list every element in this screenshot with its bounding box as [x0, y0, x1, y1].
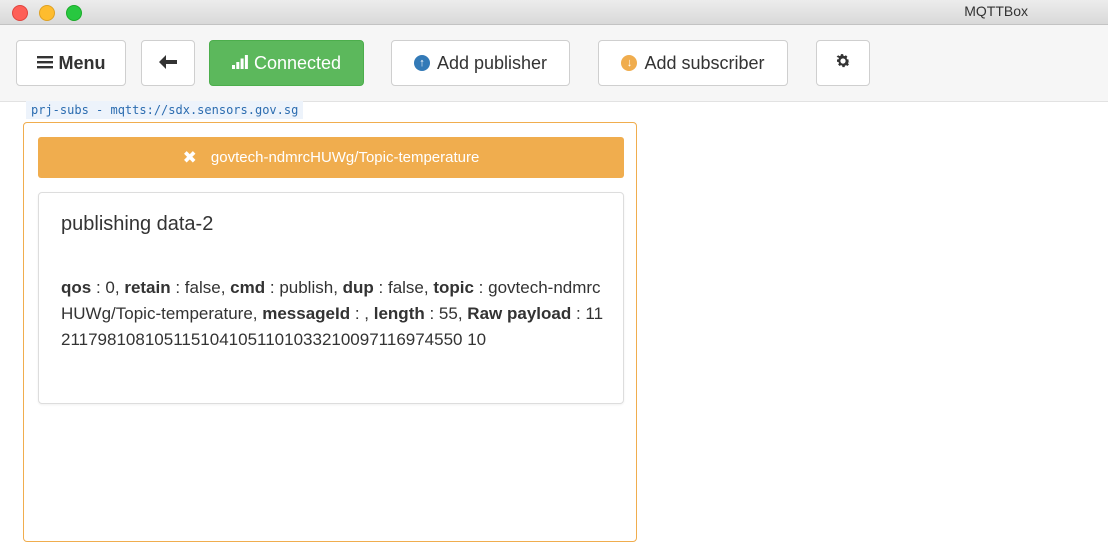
- meta-key: Raw payload: [467, 304, 572, 323]
- add-subscriber-label: Add subscriber: [644, 52, 765, 73]
- meta-value: 0: [105, 278, 115, 297]
- meta-key: length: [373, 304, 425, 323]
- meta-key: topic: [433, 278, 474, 297]
- hamburger-icon: [36, 53, 53, 74]
- subscribed-topic-name: govtech-ndmrcHUWg/Topic-temperature: [210, 149, 480, 166]
- window-title: MQTTBox: [964, 3, 1028, 19]
- add-publisher-label: Add publisher: [436, 52, 548, 73]
- message-card: publishing data-2 qos : 0, retain : fals…: [38, 192, 624, 404]
- minimize-window-button[interactable]: [39, 5, 55, 21]
- add-subscriber-button[interactable]: ↓ Add subscriber: [598, 40, 788, 86]
- message-metadata: qos : 0, retain : false, cmd : publish, …: [61, 278, 604, 349]
- arrow-up-circle-icon: ↑: [413, 55, 430, 71]
- add-publisher-button[interactable]: ↑ Add publisher: [391, 40, 570, 86]
- subscriber-panel: ✖ govtech-ndmrcHUWg/Topic-temperature pu…: [23, 122, 637, 542]
- meta-value: false: [387, 278, 424, 297]
- connected-button[interactable]: Connected: [209, 40, 364, 86]
- meta-value: false: [184, 278, 221, 297]
- connection-label: prj-subs - mqtts://sdx.sensors.gov.sg: [26, 101, 304, 119]
- message-payload: publishing data-2: [61, 213, 214, 235]
- signal-bars-icon: [231, 53, 248, 74]
- menu-button[interactable]: Menu: [16, 40, 126, 86]
- maximize-window-button[interactable]: [66, 5, 82, 21]
- subscribed-topic-bar: ✖ govtech-ndmrcHUWg/Topic-temperature: [38, 137, 624, 178]
- close-window-button[interactable]: [12, 5, 28, 21]
- meta-value: 55: [438, 304, 458, 323]
- arrow-down-circle-icon: ↓: [621, 55, 638, 71]
- back-button[interactable]: [141, 40, 195, 86]
- window-titlebar: MQTTBox: [0, 0, 1108, 25]
- arrow-left-icon: [159, 53, 177, 74]
- meta-key: messageId: [262, 304, 351, 323]
- meta-key: qos: [61, 278, 92, 297]
- gear-icon: [834, 52, 852, 75]
- meta-value: publish: [279, 278, 334, 297]
- settings-button[interactable]: [816, 40, 870, 86]
- meta-key: cmd: [230, 278, 266, 297]
- toolbar: Menu Connected ↑ Add publisher ↓ Add sub…: [0, 25, 1108, 102]
- connected-label: Connected: [253, 52, 342, 73]
- meta-key: retain: [124, 278, 171, 297]
- unsubscribe-close-icon[interactable]: ✖: [183, 148, 197, 168]
- meta-key: dup: [342, 278, 374, 297]
- menu-button-label: Menu: [58, 52, 106, 73]
